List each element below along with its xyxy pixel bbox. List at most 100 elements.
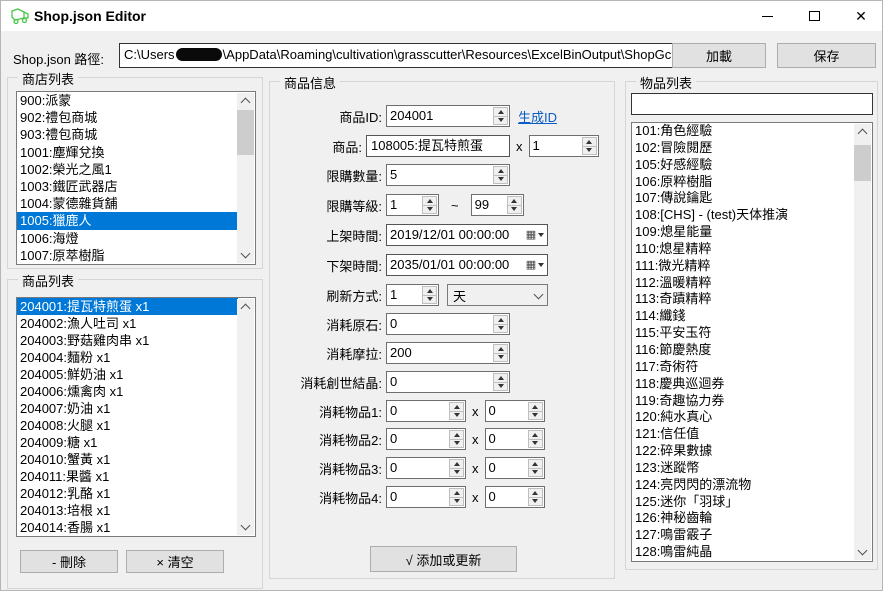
spin-down-icon[interactable] <box>494 324 507 333</box>
spin-down-icon[interactable] <box>423 205 436 214</box>
close-button[interactable]: ✕ <box>843 1 879 31</box>
cost-item1-count-spinner[interactable]: 0 <box>485 400 545 422</box>
cost-crystal-spinner[interactable]: 0 <box>386 371 510 393</box>
list-item[interactable]: 1007:原萃樹脂 <box>17 247 238 264</box>
level-min-spinner[interactable]: 1 <box>386 194 439 216</box>
list-item[interactable]: 204013:培根 x1 <box>17 502 238 519</box>
list-item[interactable]: 105:好感經驗 <box>632 157 855 174</box>
spin-up-icon[interactable] <box>583 138 596 146</box>
list-item[interactable]: 903:禮包商城 <box>17 126 238 143</box>
scroll-up-icon[interactable] <box>854 124 871 140</box>
list-item[interactable]: 204011:果醬 x1 <box>17 468 238 485</box>
cost-item2-count-spinner[interactable]: 0 <box>485 428 545 450</box>
list-item[interactable]: 102:冒險閱歷 <box>632 140 855 157</box>
spin-up-icon[interactable] <box>423 287 436 295</box>
spin-down-icon[interactable] <box>450 439 463 448</box>
scroll-thumb[interactable] <box>237 110 254 155</box>
scroll-down-icon[interactable] <box>237 247 254 263</box>
spin-up-icon[interactable] <box>529 460 542 468</box>
list-item[interactable]: 1001:塵輝兌換 <box>17 144 238 161</box>
spin-down-icon[interactable] <box>423 295 436 304</box>
item-listbox[interactable]: 101:角色經驗102:冒險閱歷105:好感經驗106:原粹樹脂107:傳說鑰匙… <box>631 122 873 562</box>
minimize-button[interactable] <box>749 1 785 31</box>
shop-list-scrollbar[interactable] <box>237 93 254 263</box>
list-item[interactable]: 120:純水真心 <box>632 409 855 426</box>
spin-down-icon[interactable] <box>450 497 463 506</box>
spin-up-icon[interactable] <box>450 489 463 497</box>
spin-down-icon[interactable] <box>529 439 542 448</box>
scroll-thumb[interactable] <box>854 145 871 181</box>
list-item[interactable]: 204006:燻禽肉 x1 <box>17 383 238 400</box>
list-item[interactable]: 204008:火腿 x1 <box>17 417 238 434</box>
spin-down-icon[interactable] <box>494 116 507 125</box>
cost-item4-id-spinner[interactable]: 0 <box>386 486 466 508</box>
list-item[interactable]: 115:平安玉符 <box>632 325 855 342</box>
cost-primogem-spinner[interactable]: 0 <box>386 313 510 335</box>
end-time-picker[interactable]: 2035/01/01 00:00:00 ▦ <box>386 254 548 276</box>
list-item[interactable]: 204012:乳酪 x1 <box>17 485 238 502</box>
spin-up-icon[interactable] <box>450 431 463 439</box>
cost-item4-count-spinner[interactable]: 0 <box>485 486 545 508</box>
cost-mora-spinner[interactable]: 200 <box>386 342 510 364</box>
save-button[interactable]: 保存 <box>777 43 876 68</box>
list-item[interactable]: 116:節慶熱度 <box>632 342 855 359</box>
list-item[interactable]: 1004:蒙德雜貨舖 <box>17 195 238 212</box>
list-item[interactable]: 122:碎果數據 <box>632 443 855 460</box>
spin-up-icon[interactable] <box>529 403 542 411</box>
list-item[interactable]: 127:鳴雷霰子 <box>632 527 855 544</box>
refresh-unit-combobox[interactable]: 天 <box>447 284 548 306</box>
spin-down-icon[interactable] <box>529 497 542 506</box>
list-item[interactable]: 128:鳴雷純晶 <box>632 544 855 561</box>
spin-up-icon[interactable] <box>494 345 507 353</box>
begin-time-picker[interactable]: 2019/12/01 00:00:00 ▦ <box>386 224 548 246</box>
list-item[interactable]: 109:熄星能量 <box>632 224 855 241</box>
clear-button[interactable]: × 清空 <box>126 550 224 573</box>
list-item[interactable]: 101:角色經驗 <box>632 123 855 140</box>
goods-count-spinner[interactable]: 1 <box>529 135 599 157</box>
buy-limit-spinner[interactable]: 5 <box>386 164 510 186</box>
spin-up-icon[interactable] <box>423 197 436 205</box>
list-item[interactable]: 114:纖錢 <box>632 308 855 325</box>
scroll-up-icon[interactable] <box>237 93 254 109</box>
refresh-count-spinner[interactable]: 1 <box>386 284 439 306</box>
load-button[interactable]: 加載 <box>672 43 766 68</box>
add-or-update-button[interactable]: √ 添加或更新 <box>370 546 517 572</box>
list-item[interactable]: 111:微光精粹 <box>632 258 855 275</box>
list-item[interactable]: 1006:海燈 <box>17 230 238 247</box>
spin-up-icon[interactable] <box>450 403 463 411</box>
spin-up-icon[interactable] <box>508 197 521 205</box>
goods-list-scrollbar[interactable] <box>237 299 254 535</box>
spin-up-icon[interactable] <box>450 460 463 468</box>
list-item[interactable]: 106:原粹樹脂 <box>632 174 855 191</box>
list-item[interactable]: 900:派蒙 <box>17 92 238 109</box>
spin-up-icon[interactable] <box>494 167 507 175</box>
path-input[interactable]: C:\Users\AppData\Roaming\cultivation\gra… <box>119 43 687 68</box>
calendar-dropdown-icon[interactable]: ▦ <box>523 225 547 245</box>
scroll-up-icon[interactable] <box>237 299 254 315</box>
cost-item1-id-spinner[interactable]: 0 <box>386 400 466 422</box>
list-item[interactable]: 123:迷蹤幣 <box>632 460 855 477</box>
list-item[interactable]: 902:禮包商城 <box>17 109 238 126</box>
spin-down-icon[interactable] <box>494 353 507 362</box>
list-item[interactable]: 204001:提瓦特煎蛋 x1 <box>17 298 238 315</box>
item-search-input[interactable] <box>631 93 873 115</box>
generate-id-link[interactable]: 生成ID <box>518 107 557 126</box>
list-item[interactable]: 126:神秘齒輪 <box>632 510 855 527</box>
list-item[interactable]: 110:熄星精粹 <box>632 241 855 258</box>
list-item[interactable]: 204004:麵粉 x1 <box>17 349 238 366</box>
scroll-down-icon[interactable] <box>237 519 254 535</box>
maximize-button[interactable] <box>796 1 832 31</box>
spin-down-icon[interactable] <box>508 205 521 214</box>
list-item[interactable]: 1003:鐵匠武器店 <box>17 178 238 195</box>
list-item[interactable]: 113:奇蹟精粹 <box>632 291 855 308</box>
spin-down-icon[interactable] <box>450 411 463 420</box>
spin-up-icon[interactable] <box>494 374 507 382</box>
spin-down-icon[interactable] <box>450 468 463 477</box>
scroll-down-icon[interactable] <box>854 544 871 560</box>
list-item[interactable]: 118:慶典巡迴券 <box>632 376 855 393</box>
spin-up-icon[interactable] <box>529 431 542 439</box>
list-item[interactable]: 1002:榮光之風1 <box>17 161 238 178</box>
cost-item3-count-spinner[interactable]: 0 <box>485 457 545 479</box>
spin-down-icon[interactable] <box>494 382 507 391</box>
list-item[interactable]: 1005:獵鹿人 <box>17 212 238 229</box>
